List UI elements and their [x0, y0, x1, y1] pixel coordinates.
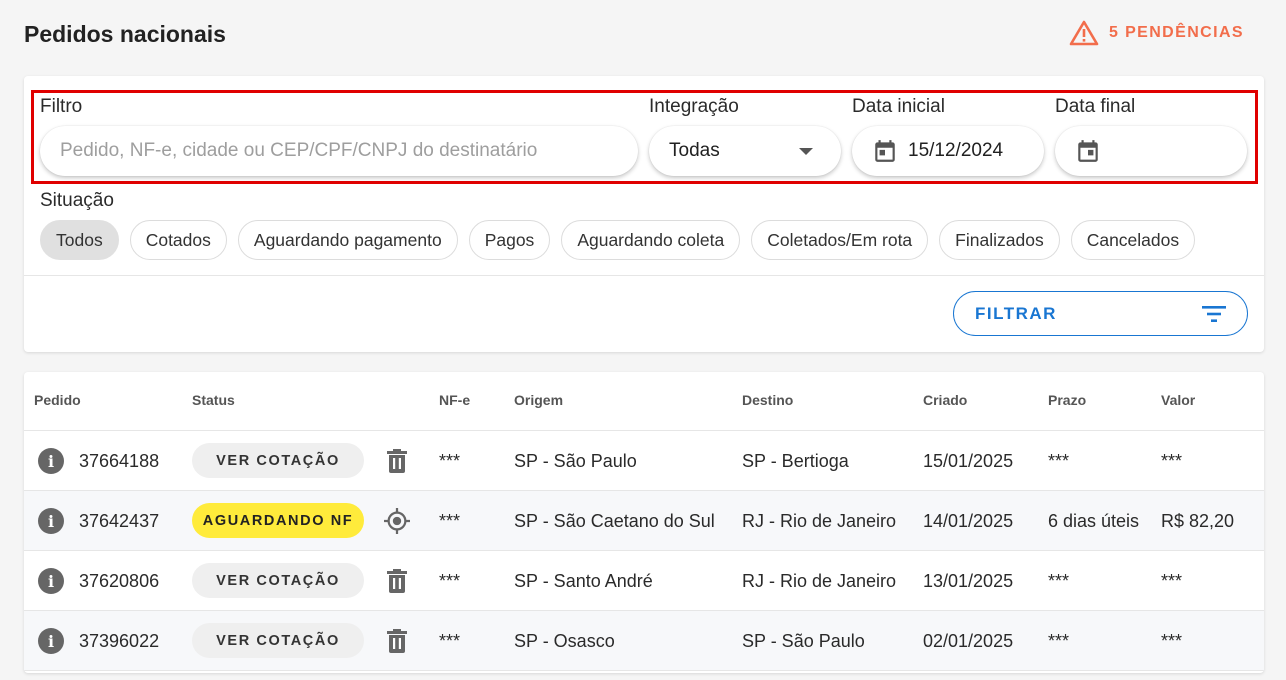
status-badge[interactable]: VER COTAÇÃO [192, 443, 364, 478]
prazo-value: *** [1048, 630, 1070, 651]
info-icon[interactable]: i [38, 568, 64, 594]
trash-icon[interactable] [384, 448, 410, 474]
table-row[interactable]: i 37396022 VER COTAÇÃO *** SP - Osasco S… [24, 611, 1264, 671]
destino-value: SP - São Paulo [742, 630, 865, 651]
chip-finalizados[interactable]: Finalizados [939, 220, 1060, 260]
valor-value: *** [1161, 570, 1183, 591]
origem-value: SP - Santo André [514, 570, 653, 591]
nfe-value: *** [439, 630, 461, 651]
table-row[interactable]: i 37620806 VER COTAÇÃO *** SP - Santo An… [24, 551, 1264, 611]
data-inicial-field[interactable]: 15/12/2024 [852, 126, 1044, 176]
filter-button[interactable]: FILTRAR [953, 291, 1248, 336]
filtro-label: Filtro [40, 96, 83, 117]
chevron-down-icon [799, 147, 813, 155]
col-destino[interactable]: Destino [742, 392, 793, 408]
prazo-value: *** [1048, 450, 1070, 471]
col-nfe[interactable]: NF-e [439, 392, 470, 408]
origem-value: SP - São Caetano do Sul [514, 510, 715, 531]
calendar-icon [1078, 140, 1098, 162]
filter-list-icon [1202, 305, 1226, 322]
nfe-value: *** [439, 570, 461, 591]
prazo-value: *** [1048, 570, 1070, 591]
page-title: Pedidos nacionais [24, 21, 226, 47]
origem-value: SP - São Paulo [514, 450, 637, 471]
data-final-field[interactable] [1055, 126, 1247, 176]
valor-value: *** [1161, 630, 1183, 651]
valor-value: *** [1161, 450, 1183, 471]
table-header: Pedido Status NF-e Origem Destino Criado… [24, 372, 1264, 431]
status-badge[interactable]: VER COTAÇÃO [192, 623, 364, 658]
data-inicial-label: Data inicial [852, 96, 945, 117]
gps-target-icon[interactable] [384, 508, 410, 534]
orders-table: Pedido Status NF-e Origem Destino Criado… [24, 372, 1264, 673]
nfe-value: *** [439, 510, 461, 531]
pedido-number: 37396022 [79, 630, 160, 651]
data-final-label: Data final [1055, 96, 1136, 117]
pedido-number: 37642437 [79, 510, 160, 531]
origem-value: SP - Osasco [514, 630, 615, 651]
integracao-select[interactable]: Todas [649, 126, 841, 176]
table-row[interactable]: i 37664188 VER COTAÇÃO *** SP - São Paul… [24, 431, 1264, 491]
situacao-chips: Todos Cotados Aguardando pagamento Pagos… [40, 220, 1196, 260]
destino-value: RJ - Rio de Janeiro [742, 510, 897, 531]
chip-todos[interactable]: Todos [40, 220, 119, 260]
criado-value: 14/01/2025 [923, 510, 1014, 531]
destino-value: SP - Bertioga [742, 450, 849, 471]
pending-alert[interactable]: 5 PENDÊNCIAS [1069, 20, 1244, 46]
warning-icon [1069, 20, 1099, 46]
search-input[interactable] [40, 140, 638, 162]
chip-pagos[interactable]: Pagos [468, 220, 551, 260]
info-icon[interactable]: i [38, 628, 64, 654]
integracao-label: Integração [649, 96, 739, 117]
col-prazo[interactable]: Prazo [1048, 392, 1086, 408]
status-badge[interactable]: AGUARDANDO NF [192, 503, 364, 538]
criado-value: 15/01/2025 [923, 450, 1014, 471]
chip-cotados[interactable]: Cotados [129, 220, 227, 260]
filtro-field[interactable] [40, 126, 638, 176]
col-criado[interactable]: Criado [923, 392, 967, 408]
situacao-label: Situação [40, 190, 114, 211]
info-icon[interactable]: i [38, 508, 64, 534]
integracao-value: Todas [669, 140, 720, 161]
pending-label: 5 PENDÊNCIAS [1108, 24, 1244, 41]
nfe-value: *** [439, 450, 461, 471]
table-row[interactable]: i 37642437 AGUARDANDO NF *** SP - São Ca… [24, 491, 1264, 551]
trash-icon[interactable] [384, 628, 410, 654]
criado-value: 13/01/2025 [923, 570, 1014, 591]
chip-aguardando-coleta[interactable]: Aguardando coleta [561, 220, 741, 260]
calendar-icon [875, 140, 895, 162]
destino-value: RJ - Rio de Janeiro [742, 570, 897, 591]
divider [24, 275, 1264, 276]
col-valor[interactable]: Valor [1161, 392, 1195, 408]
data-inicial-value: 15/12/2024 [908, 140, 1004, 161]
info-icon[interactable]: i [38, 448, 64, 474]
trash-icon[interactable] [384, 568, 410, 594]
status-badge[interactable]: VER COTAÇÃO [192, 563, 364, 598]
valor-value: R$ 82,20 [1161, 510, 1235, 531]
chip-cancelados[interactable]: Cancelados [1070, 220, 1196, 260]
criado-value: 02/01/2025 [923, 630, 1014, 651]
pedido-number: 37664188 [79, 450, 160, 471]
col-status[interactable]: Status [192, 392, 235, 408]
prazo-value: 6 dias úteis [1048, 510, 1140, 531]
filter-panel: Filtro Integração Todas Data inicial 15/… [24, 76, 1264, 352]
col-origem[interactable]: Origem [514, 392, 563, 408]
filter-button-label: FILTRAR [975, 303, 1057, 323]
pedido-number: 37620806 [79, 570, 160, 591]
chip-aguardando-pagamento[interactable]: Aguardando pagamento [237, 220, 458, 260]
chip-coletados[interactable]: Coletados/Em rota [751, 220, 929, 260]
col-pedido[interactable]: Pedido [34, 392, 81, 408]
